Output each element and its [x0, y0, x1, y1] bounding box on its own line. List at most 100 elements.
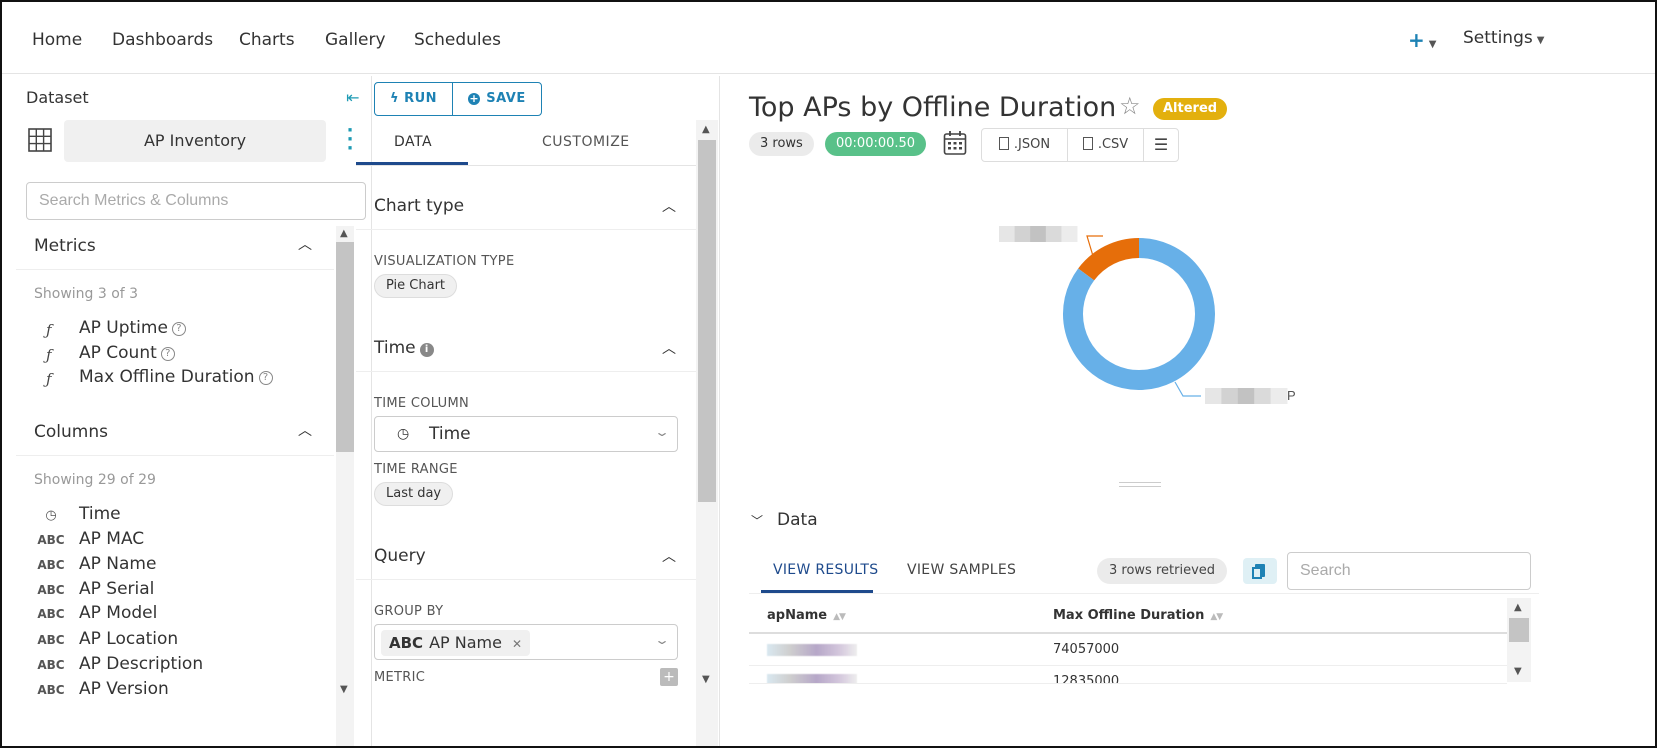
columns-section-header[interactable]: Columns ︿	[16, 406, 334, 456]
copy-button[interactable]	[1243, 558, 1277, 584]
export-json-button[interactable]: .JSON	[982, 129, 1068, 161]
scrollbar-thumb[interactable]	[336, 242, 354, 452]
add-metric-icon[interactable]: +	[660, 668, 678, 686]
menu-icon[interactable]: ☰	[1144, 129, 1178, 161]
sort-icon: ▲▼	[833, 612, 846, 622]
star-icon[interactable]: ☆	[1119, 92, 1141, 120]
resize-handle[interactable]	[1119, 482, 1161, 487]
dataset-panel: Dataset ⇤ AP Inventory ··· Metrics ︿ Sho…	[16, 76, 372, 746]
scroll-up-icon[interactable]: ▲	[702, 124, 710, 135]
chart-title[interactable]: Top APs by Offline Duration	[749, 92, 1116, 123]
metrics-title: Metrics	[34, 236, 96, 256]
info-icon[interactable]: i	[419, 343, 434, 357]
group-by-value: AP Name	[429, 633, 502, 652]
function-icon: ƒ	[46, 321, 52, 339]
tab-data[interactable]: DATA	[394, 134, 432, 150]
group-by-select[interactable]: ABC AP Name ✕ ⌄	[374, 624, 678, 660]
plus-icon: +	[1408, 28, 1425, 52]
results-search-input[interactable]	[1287, 552, 1531, 590]
time-column-select[interactable]: ◷ Time ⌄	[374, 416, 678, 452]
string-type-icon: ABC	[37, 658, 65, 672]
kebab-menu-icon[interactable]: · · ·	[346, 122, 354, 158]
save-button[interactable]: + SAVE	[453, 83, 541, 115]
sort-icon: ▲▼	[1210, 612, 1223, 622]
chart-type-section-header[interactable]: Chart type ︿	[356, 186, 696, 230]
scrollbar-thumb[interactable]	[698, 140, 716, 502]
row-count-badge: 3 rows	[749, 132, 814, 156]
remove-icon[interactable]: ✕	[512, 637, 522, 651]
nav-charts[interactable]: Charts	[239, 30, 295, 50]
scroll-down-icon[interactable]: ▼	[340, 684, 348, 695]
scroll-down-icon[interactable]: ▼	[702, 674, 710, 685]
query-duration-badge: 00:00:00.50	[825, 132, 927, 156]
group-by-tag[interactable]: ABC AP Name ✕	[381, 630, 531, 656]
new-menu-button[interactable]: + ▼	[1408, 28, 1436, 52]
lightning-icon: ϟ	[389, 91, 405, 106]
visualization-type-label: VISUALIZATION TYPE	[374, 254, 515, 269]
column-header[interactable]: apName ▲▼	[767, 608, 846, 623]
calendar-icon[interactable]	[943, 130, 967, 156]
scroll-up-icon[interactable]: ▲	[340, 228, 348, 239]
search-metrics-columns-input[interactable]	[26, 182, 366, 220]
scroll-up-icon[interactable]: ▲	[1514, 602, 1522, 613]
plus-circle-icon: +	[468, 92, 481, 105]
clock-icon: ◷	[397, 426, 410, 442]
clock-icon: ◷	[45, 508, 57, 523]
table-scrollbar[interactable]: ▲ ▼	[1507, 598, 1531, 682]
control-panel: ϟ RUN + SAVE DATA CUSTOMIZE Chart type ︿ …	[356, 76, 720, 746]
results-table-header: apName ▲▼ Max Offline Duration ▲▼	[749, 598, 1507, 634]
nav-gallery[interactable]: Gallery	[325, 30, 386, 50]
settings-menu[interactable]: Settings ▼	[1463, 28, 1544, 48]
string-type-icon: ABC	[37, 607, 65, 621]
time-column-value: Time	[429, 424, 471, 444]
caret-down-icon: ▼	[1428, 39, 1437, 50]
pie-chart: P	[999, 226, 1296, 404]
columns-showing-count: Showing 29 of 29	[34, 472, 156, 488]
run-button[interactable]: ϟ RUN	[375, 83, 453, 115]
column-name: AP Description	[79, 654, 204, 674]
control-scrollbar[interactable]: ▲ ▼	[696, 120, 718, 746]
header-label: apName	[767, 608, 828, 623]
column-header[interactable]: Max Offline Duration ▲▼	[1053, 608, 1223, 623]
run-save-button-group: ϟ RUN + SAVE	[374, 82, 542, 116]
string-type-icon: ABC	[37, 633, 65, 647]
string-type-icon: ABC	[37, 683, 65, 697]
metric-label: METRIC	[374, 670, 426, 685]
tab-view-results[interactable]: VIEW RESULTS	[773, 562, 878, 578]
column-name: AP Name	[79, 554, 157, 574]
time-range-pill[interactable]: Last day	[374, 482, 454, 506]
chevron-down-icon: ⌄	[653, 425, 671, 439]
export-csv-button[interactable]: .CSV	[1068, 129, 1144, 161]
table-cell: 12835000	[1053, 674, 1120, 684]
scroll-down-icon[interactable]: ▼	[1514, 666, 1522, 677]
tab-customize[interactable]: CUSTOMIZE	[542, 134, 630, 150]
slice-leader-line	[1174, 381, 1201, 397]
function-icon: ƒ	[46, 370, 52, 388]
nav-schedules[interactable]: Schedules	[414, 30, 501, 50]
column-name: AP Version	[79, 679, 169, 699]
help-icon[interactable]: ?	[171, 322, 186, 336]
visualization-type-pill[interactable]: Pie Chart	[374, 274, 458, 298]
column-name: Time	[79, 504, 121, 524]
app-frame: Home Dashboards Charts Gallery Schedules…	[0, 0, 1657, 748]
table-row: 74057000	[749, 634, 1507, 666]
chart-panel: Top APs by Offline Duration ☆ Altered 3 …	[721, 76, 1655, 746]
dataset-name[interactable]: AP Inventory	[64, 120, 326, 162]
chevron-up-icon: ︿	[298, 237, 312, 253]
metrics-section-header[interactable]: Metrics ︿	[16, 220, 334, 270]
time-section-header[interactable]: Time i ︿	[356, 328, 696, 372]
json-label: .JSON	[1013, 137, 1051, 152]
help-icon[interactable]: ?	[258, 371, 273, 385]
top-nav: Home Dashboards Charts Gallery Schedules…	[2, 2, 1655, 74]
query-title: Query	[374, 546, 426, 566]
scrollbar-thumb[interactable]	[1509, 618, 1529, 642]
help-icon[interactable]: ?	[160, 347, 175, 361]
altered-badge[interactable]: Altered	[1153, 98, 1228, 120]
dataset-scrollbar[interactable]: ▲ ▼	[336, 226, 354, 746]
data-section-toggle[interactable]: ﹀ Data	[751, 510, 818, 530]
tab-view-samples[interactable]: VIEW SAMPLES	[907, 562, 1016, 578]
pie-slice[interactable]	[1078, 238, 1140, 281]
nav-dashboards[interactable]: Dashboards	[112, 30, 213, 50]
nav-home[interactable]: Home	[32, 30, 82, 50]
query-section-header[interactable]: Query ︿	[356, 536, 696, 580]
